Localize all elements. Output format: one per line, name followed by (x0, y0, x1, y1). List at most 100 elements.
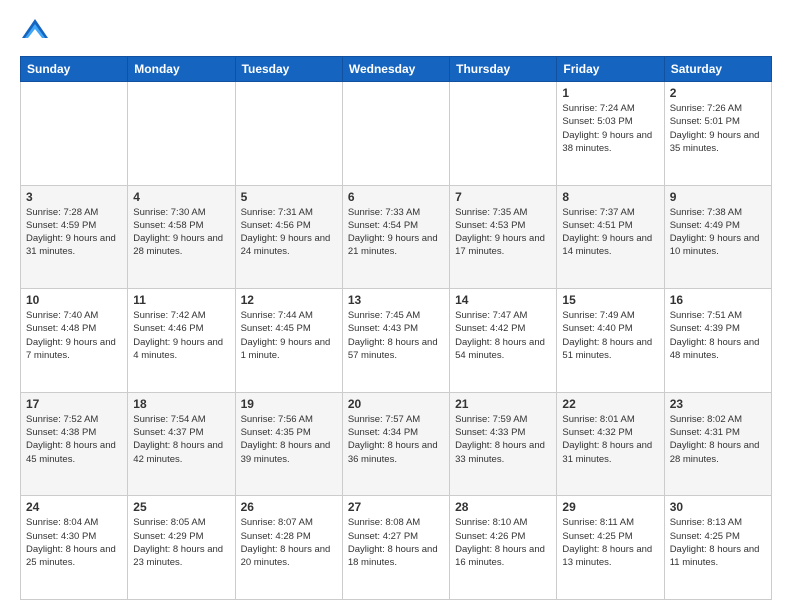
weekday-header-sunday: Sunday (21, 57, 128, 82)
day-number: 4 (133, 190, 229, 204)
day-number: 2 (670, 86, 766, 100)
day-info: Sunrise: 7:54 AM Sunset: 4:37 PM Dayligh… (133, 413, 229, 466)
day-number: 19 (241, 397, 337, 411)
week-row-4: 17Sunrise: 7:52 AM Sunset: 4:38 PM Dayli… (21, 392, 772, 496)
day-number: 10 (26, 293, 122, 307)
day-cell: 24 Sunrise: 8:04 AM Sunset: 4:30 PM Dayli… (21, 496, 128, 600)
day-info: Sunrise: 7:33 AM Sunset: 4:54 PM Dayligh… (348, 206, 444, 259)
week-row-1: 1 Sunrise: 7:24 AM Sunset: 5:03 PM Daylig… (21, 82, 772, 186)
calendar: SundayMondayTuesdayWednesdayThursdayFrid… (20, 56, 772, 600)
day-cell: 5 Sunrise: 7:31 AM Sunset: 4:56 PM Daylig… (235, 185, 342, 289)
day-cell: 18Sunrise: 7:54 AM Sunset: 4:37 PM Dayli… (128, 392, 235, 496)
day-cell: 12 Sunrise: 7:44 AM Sunset: 4:45 PM Dayli… (235, 289, 342, 393)
day-info: Sunrise: 7:59 AM Sunset: 4:33 PM Dayligh… (455, 413, 551, 466)
day-info: Sunrise: 7:52 AM Sunset: 4:38 PM Dayligh… (26, 413, 122, 466)
day-cell: 30 Sunrise: 8:13 AM Sunset: 4:25 PM Dayli… (664, 496, 771, 600)
day-cell: 9 Sunrise: 7:38 AM Sunset: 4:49 PM Daylig… (664, 185, 771, 289)
day-info: Sunrise: 8:01 AM Sunset: 4:32 PM Dayligh… (562, 413, 658, 466)
day-cell: 14 Sunrise: 7:47 AM Sunset: 4:42 PM Dayli… (450, 289, 557, 393)
day-number: 23 (670, 397, 766, 411)
weekday-header-row: SundayMondayTuesdayWednesdayThursdayFrid… (21, 57, 772, 82)
day-info: Sunrise: 8:05 AM Sunset: 4:29 PM Dayligh… (133, 516, 229, 569)
day-number: 16 (670, 293, 766, 307)
day-number: 25 (133, 500, 229, 514)
day-cell: 16Sunrise: 7:51 AM Sunset: 4:39 PM Dayli… (664, 289, 771, 393)
day-info: Sunrise: 7:47 AM Sunset: 4:42 PM Dayligh… (455, 309, 551, 362)
day-number: 14 (455, 293, 551, 307)
day-number: 3 (26, 190, 122, 204)
day-cell: 22 Sunrise: 8:01 AM Sunset: 4:32 PM Dayli… (557, 392, 664, 496)
day-cell: 7 Sunrise: 7:35 AM Sunset: 4:53 PM Daylig… (450, 185, 557, 289)
day-number: 30 (670, 500, 766, 514)
day-number: 20 (348, 397, 444, 411)
day-info: Sunrise: 8:04 AM Sunset: 4:30 PM Dayligh… (26, 516, 122, 569)
day-info: Sunrise: 7:37 AM Sunset: 4:51 PM Dayligh… (562, 206, 658, 259)
day-number: 12 (241, 293, 337, 307)
day-number: 8 (562, 190, 658, 204)
day-number: 29 (562, 500, 658, 514)
day-cell: 13Sunrise: 7:45 AM Sunset: 4:43 PM Dayli… (342, 289, 449, 393)
day-number: 21 (455, 397, 551, 411)
day-cell: 4 Sunrise: 7:30 AM Sunset: 4:58 PM Daylig… (128, 185, 235, 289)
day-number: 7 (455, 190, 551, 204)
day-cell (450, 82, 557, 186)
day-info: Sunrise: 8:13 AM Sunset: 4:25 PM Dayligh… (670, 516, 766, 569)
day-number: 6 (348, 190, 444, 204)
day-info: Sunrise: 7:42 AM Sunset: 4:46 PM Dayligh… (133, 309, 229, 362)
day-info: Sunrise: 7:40 AM Sunset: 4:48 PM Dayligh… (26, 309, 122, 362)
header (20, 16, 772, 46)
day-info: Sunrise: 7:35 AM Sunset: 4:53 PM Dayligh… (455, 206, 551, 259)
day-cell: 10 Sunrise: 7:40 AM Sunset: 4:48 PM Dayli… (21, 289, 128, 393)
day-cell: 1 Sunrise: 7:24 AM Sunset: 5:03 PM Daylig… (557, 82, 664, 186)
day-info: Sunrise: 7:57 AM Sunset: 4:34 PM Dayligh… (348, 413, 444, 466)
day-number: 13 (348, 293, 444, 307)
week-row-2: 3 Sunrise: 7:28 AM Sunset: 4:59 PM Daylig… (21, 185, 772, 289)
day-cell: 3 Sunrise: 7:28 AM Sunset: 4:59 PM Daylig… (21, 185, 128, 289)
page: SundayMondayTuesdayWednesdayThursdayFrid… (0, 0, 792, 612)
weekday-header-thursday: Thursday (450, 57, 557, 82)
day-cell (342, 82, 449, 186)
day-info: Sunrise: 7:56 AM Sunset: 4:35 PM Dayligh… (241, 413, 337, 466)
day-number: 1 (562, 86, 658, 100)
day-number: 5 (241, 190, 337, 204)
day-cell: 23 Sunrise: 8:02 AM Sunset: 4:31 PM Dayli… (664, 392, 771, 496)
day-cell: 20 Sunrise: 7:57 AM Sunset: 4:34 PM Dayli… (342, 392, 449, 496)
day-cell (235, 82, 342, 186)
weekday-header-tuesday: Tuesday (235, 57, 342, 82)
day-info: Sunrise: 7:26 AM Sunset: 5:01 PM Dayligh… (670, 102, 766, 155)
day-cell (21, 82, 128, 186)
day-info: Sunrise: 7:38 AM Sunset: 4:49 PM Dayligh… (670, 206, 766, 259)
day-cell: 15Sunrise: 7:49 AM Sunset: 4:40 PM Dayli… (557, 289, 664, 393)
day-cell: 25 Sunrise: 8:05 AM Sunset: 4:29 PM Dayli… (128, 496, 235, 600)
weekday-header-friday: Friday (557, 57, 664, 82)
day-cell: 26 Sunrise: 8:07 AM Sunset: 4:28 PM Dayli… (235, 496, 342, 600)
weekday-header-saturday: Saturday (664, 57, 771, 82)
week-row-3: 10 Sunrise: 7:40 AM Sunset: 4:48 PM Dayli… (21, 289, 772, 393)
day-number: 9 (670, 190, 766, 204)
day-cell: 29 Sunrise: 8:11 AM Sunset: 4:25 PM Dayli… (557, 496, 664, 600)
weekday-header-wednesday: Wednesday (342, 57, 449, 82)
day-info: Sunrise: 7:28 AM Sunset: 4:59 PM Dayligh… (26, 206, 122, 259)
day-info: Sunrise: 7:24 AM Sunset: 5:03 PM Dayligh… (562, 102, 658, 155)
day-info: Sunrise: 7:31 AM Sunset: 4:56 PM Dayligh… (241, 206, 337, 259)
day-cell: 11 Sunrise: 7:42 AM Sunset: 4:46 PM Dayli… (128, 289, 235, 393)
logo (20, 16, 54, 46)
day-cell: 17Sunrise: 7:52 AM Sunset: 4:38 PM Dayli… (21, 392, 128, 496)
day-cell: 19 Sunrise: 7:56 AM Sunset: 4:35 PM Dayli… (235, 392, 342, 496)
day-number: 22 (562, 397, 658, 411)
logo-icon (20, 16, 50, 46)
day-cell: 8 Sunrise: 7:37 AM Sunset: 4:51 PM Daylig… (557, 185, 664, 289)
day-number: 11 (133, 293, 229, 307)
day-info: Sunrise: 7:30 AM Sunset: 4:58 PM Dayligh… (133, 206, 229, 259)
day-info: Sunrise: 8:11 AM Sunset: 4:25 PM Dayligh… (562, 516, 658, 569)
day-number: 24 (26, 500, 122, 514)
day-info: Sunrise: 8:07 AM Sunset: 4:28 PM Dayligh… (241, 516, 337, 569)
day-cell: 21 Sunrise: 7:59 AM Sunset: 4:33 PM Dayli… (450, 392, 557, 496)
day-info: Sunrise: 8:02 AM Sunset: 4:31 PM Dayligh… (670, 413, 766, 466)
day-cell: 27Sunrise: 8:08 AM Sunset: 4:27 PM Dayli… (342, 496, 449, 600)
day-number: 26 (241, 500, 337, 514)
day-info: Sunrise: 8:08 AM Sunset: 4:27 PM Dayligh… (348, 516, 444, 569)
day-info: Sunrise: 7:49 AM Sunset: 4:40 PM Dayligh… (562, 309, 658, 362)
day-info: Sunrise: 7:44 AM Sunset: 4:45 PM Dayligh… (241, 309, 337, 362)
day-cell (128, 82, 235, 186)
